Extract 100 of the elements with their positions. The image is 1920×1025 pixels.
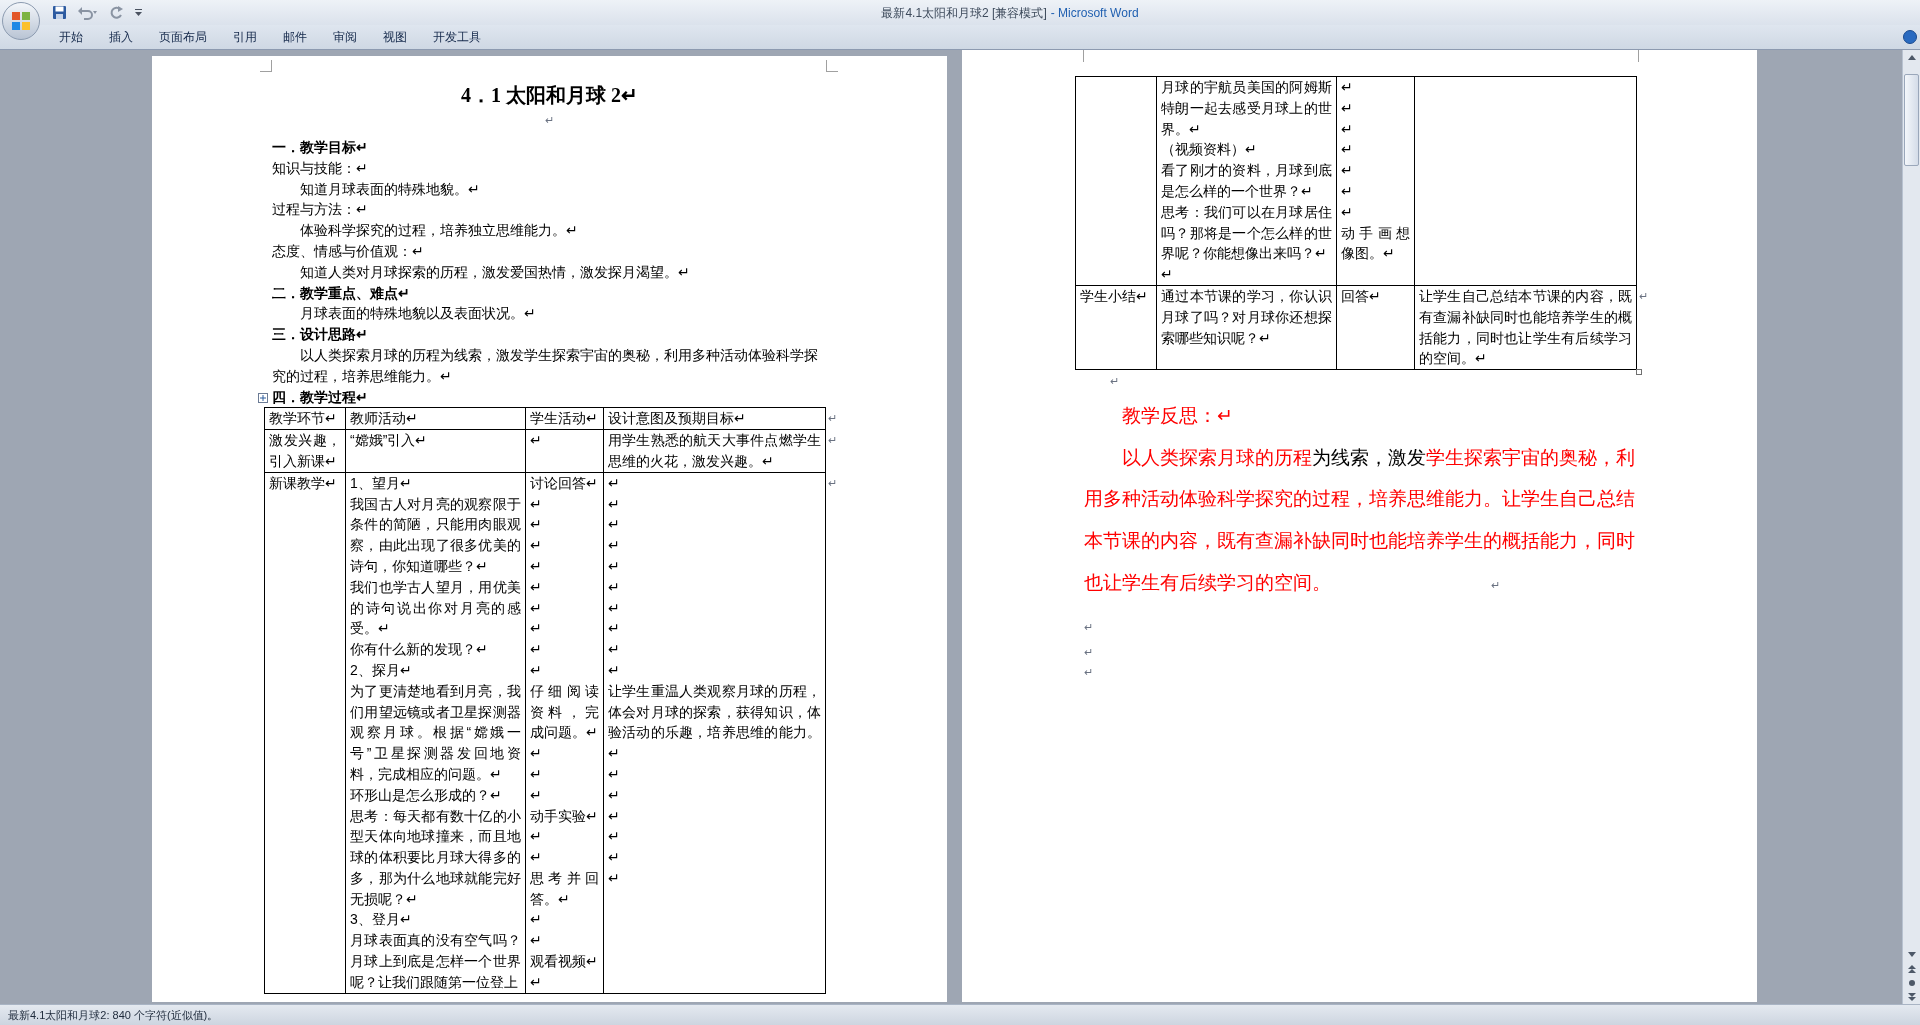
cell-text: ↵ [530, 848, 543, 868]
cell-text: ↵ [608, 473, 621, 493]
previous-page-icon[interactable] [1906, 962, 1917, 976]
cell-text: ↵ [530, 785, 543, 805]
paragraph-mark: ↵ [1084, 665, 1093, 681]
cell-text: ↵ [530, 619, 543, 639]
scrollbar-thumb[interactable] [1904, 74, 1919, 166]
ribbon-tab[interactable]: 开始 [46, 26, 96, 48]
ribbon-tab[interactable]: 审阅 [320, 26, 370, 48]
cell-text: ↵ [530, 744, 543, 764]
body-text: 体验科学探究的过程，培养独立思维能力。↵ [299, 221, 579, 241]
cell-text: 教师活动↵ [350, 409, 419, 429]
cell-text: ↵ [530, 910, 543, 930]
cell-text: ↵ [530, 515, 543, 535]
cell-text: ↵ [608, 806, 621, 826]
next-page-icon[interactable] [1906, 990, 1917, 1004]
cell-text: 你有什么新的发现？↵ [350, 640, 489, 660]
cell-text: 思考：每天都有数十亿的小型天体向地球撞来，而且地球的体积要比月球大得多的多，那为什么地球就能完好无损呢？↵ [350, 806, 521, 909]
cell-text: ↵ [608, 640, 621, 660]
cell-text: 激发兴趣，引入新课↵ [269, 431, 341, 471]
crop-mark [260, 60, 272, 72]
cell-text: ↵ [530, 931, 543, 951]
subheading-label: 知识与技能：↵ [272, 158, 369, 178]
table-resize-handle[interactable] [1636, 369, 1642, 376]
section-heading: 一．教学目标↵ [272, 138, 369, 157]
body-paragraph: 以人类探索月球的历程为线索，激发学生探索宇宙的奥秘，利用多种活动体验科学探究的过程，培养思维能力。↵ [272, 345, 819, 386]
cell-text: 回答↵ [1341, 286, 1382, 306]
ribbon-tab[interactable]: 开发工具 [420, 26, 494, 48]
body-text: 月球表面的特殊地貌以及表面状况。↵ [299, 304, 537, 324]
cell-text: ↵ [1341, 140, 1354, 160]
ribbon-tab[interactable]: 页面布局 [146, 26, 220, 48]
window-title: 最新4.1太阳和月球2 [兼容模式] [881, 4, 1047, 22]
cell-text: ↵ [1341, 161, 1354, 181]
cell-text: 我们也学古人望月，用优美的诗句说出你对月亮的感受。↵ [350, 577, 521, 639]
paragraph-mark: ↵ [1084, 620, 1093, 636]
cell-text: ↵ [530, 431, 543, 451]
save-icon[interactable] [52, 5, 67, 20]
subheading-label: 态度、情感与价值观：↵ [272, 242, 425, 261]
cell-text: ↵ [530, 598, 543, 618]
cell-text: 3、登月↵ [350, 910, 413, 930]
redo-icon[interactable] [109, 5, 124, 20]
row-end-mark: ↵ [828, 475, 837, 491]
cell-text: 讨论回答↵ [530, 473, 599, 493]
cell-text: 2、探月↵ [350, 660, 413, 680]
cell-text: ↵ [1341, 78, 1354, 97]
cell-text: 让学生自己总结本节课的内容，既有查漏补缺同时也能培养学生的概括能力，同时也让学生有后续学习的空间。↵ [1419, 286, 1632, 369]
ribbon-tab[interactable]: 引用 [220, 26, 270, 48]
cell-text: ↵ [1341, 182, 1354, 201]
paragraph-mark: ↵ [1110, 374, 1119, 390]
cell-text: ↵ [608, 848, 621, 868]
cell-text: ↵ [608, 598, 621, 618]
cell-text: 通过本节课的学习，你认识月球了吗？对月球你还想探索哪些知识呢？↵ [1161, 286, 1332, 348]
cell-text: ↵ [1161, 265, 1174, 285]
cell-text: ↵ [530, 827, 543, 847]
cell-text: 仔细阅读资料，完成问题。↵ [530, 681, 599, 743]
ribbon-tab[interactable]: 邮件 [270, 26, 320, 48]
office-button[interactable] [2, 2, 40, 40]
cell-text: ↵ [530, 764, 543, 784]
cell-text: ↵ [608, 764, 621, 784]
crop-mark [826, 60, 838, 72]
cell-text: 让学生重温人类观察月球的历程，体会对月球的探索，获得知识，体验活动的乐趣，培养思维的能力。↵ [608, 681, 821, 764]
body-text: 知道月球表面的特殊地貌。↵ [299, 179, 481, 199]
cell-text: ↵ [608, 660, 621, 680]
cell-text: ↵ [530, 556, 543, 576]
status-text: 最新4.1太阳和月球2: 840 个字符(近似值)。 [8, 1007, 219, 1023]
cell-text: ↵ [608, 556, 621, 576]
cell-text: “嫦娥”引入↵ [350, 431, 429, 451]
section-heading: 三．设计思路↵ [272, 325, 369, 345]
cell-text: ↵ [530, 660, 543, 680]
cell-text: ↵ [530, 494, 543, 514]
ribbon-tab[interactable]: 插入 [96, 26, 146, 48]
body-text: 知道人类对月球探索的历程，激发爱国热情，激发探月渴望。↵ [299, 262, 691, 282]
app-name: - Microsoft Word [1050, 4, 1139, 22]
cell-text: 设计意图及预期目标↵ [608, 409, 747, 429]
cell-text: ↵ [530, 640, 543, 660]
crop-mark [1083, 50, 1084, 62]
cell-text: 观看视频↵ [530, 952, 599, 972]
undo-icon[interactable] [77, 5, 99, 20]
cell-text: ↵ [608, 785, 621, 805]
cell-text: （视频资料）↵ [1161, 140, 1258, 160]
cell-text: 思考：我们可以在月球居住吗？那将是一个怎么样的世界呢？你能想像出来吗？↵ [1161, 202, 1332, 264]
cell-text: ↵ [1341, 98, 1354, 118]
vertical-scrollbar[interactable] [1902, 50, 1920, 1004]
reflection-heading: 教学反思：↵ [1121, 404, 1234, 429]
cell-text: 月球表面真的没有空气吗？月球上到底是怎样一个世界呢？让我们跟随第一位登上 [350, 931, 521, 992]
cell-text: 1、望月↵ [350, 473, 413, 493]
cell-text: 为了更清楚地看到月亮，我们用望远镜或者卫星探测器观察月球。根据“嫦娥一号”卫星探测器发回地资料，完成相应的问题。↵ [350, 681, 521, 784]
paragraph-mark: ↵ [544, 113, 555, 128]
cell-text: 学生活动↵ [530, 409, 599, 429]
cell-text: ↵ [1341, 202, 1354, 222]
cell-text: ↵ [608, 827, 621, 847]
cell-text: ↵ [608, 619, 621, 639]
cell-text: ↵ [608, 515, 621, 535]
crop-mark [1638, 50, 1639, 62]
cell-text: ↵ [530, 577, 543, 597]
customize-caret-icon[interactable] [134, 8, 143, 17]
cell-text: ↵ [608, 577, 621, 597]
reflection-paragraph: 以人类探索月球的历程为线索，激发学生探索宇宙的奥秘，利用多种活动体验科学探究的过程，培养思维能力。让学生自己总结本节课的内容，既有查漏补缺同时也能培养学生的概括能力，同时也让学生有后续学习的空间。 ↵ [1084, 445, 1636, 595]
subheading-label: 过程与方法：↵ [272, 200, 369, 220]
ribbon-tab[interactable]: 视图 [370, 26, 420, 48]
